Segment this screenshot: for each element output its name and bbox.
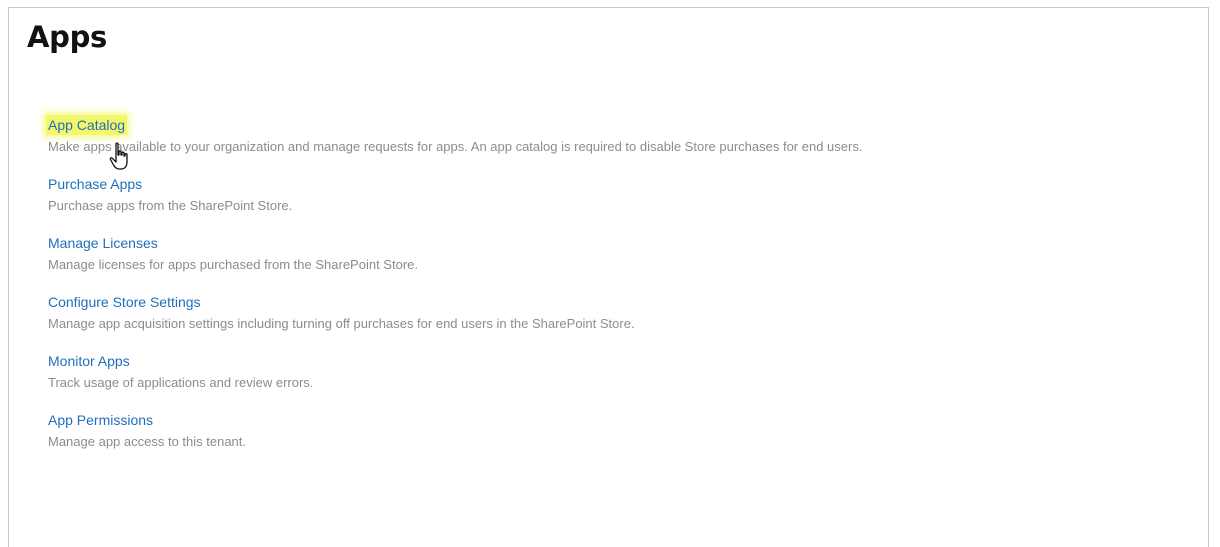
app-permissions-description: Manage app access to this tenant.: [48, 434, 247, 449]
app-catalog-description: Make apps available to your organization…: [48, 139, 863, 154]
purchase-apps-description: Purchase apps from the SharePoint Store.: [48, 198, 293, 213]
app-item-app-permissions: App Permissions Manage app access to thi…: [46, 410, 1156, 452]
page-title: Apps: [27, 20, 108, 54]
app-item-app-catalog: App Catalog Make apps available to your …: [46, 115, 1156, 157]
app-list: App Catalog Make apps available to your …: [46, 115, 1156, 469]
app-catalog-link[interactable]: App Catalog: [46, 115, 128, 135]
app-item-purchase-apps: Purchase Apps Purchase apps from the Sha…: [46, 174, 1156, 216]
purchase-apps-link[interactable]: Purchase Apps: [46, 174, 144, 194]
manage-licenses-description: Manage licenses for apps purchased from …: [48, 257, 418, 272]
app-item-monitor-apps: Monitor Apps Track usage of applications…: [46, 351, 1156, 393]
configure-store-settings-link[interactable]: Configure Store Settings: [46, 292, 203, 312]
hand-pointer-icon: [109, 142, 128, 170]
monitor-apps-description: Track usage of applications and review e…: [48, 375, 314, 390]
manage-licenses-link[interactable]: Manage Licenses: [46, 233, 160, 253]
configure-store-settings-description: Manage app acquisition settings includin…: [48, 316, 635, 331]
app-permissions-link[interactable]: App Permissions: [46, 410, 155, 430]
monitor-apps-link[interactable]: Monitor Apps: [46, 351, 132, 371]
app-item-manage-licenses: Manage Licenses Manage licenses for apps…: [46, 233, 1156, 275]
app-item-configure-store-settings: Configure Store Settings Manage app acqu…: [46, 292, 1156, 334]
